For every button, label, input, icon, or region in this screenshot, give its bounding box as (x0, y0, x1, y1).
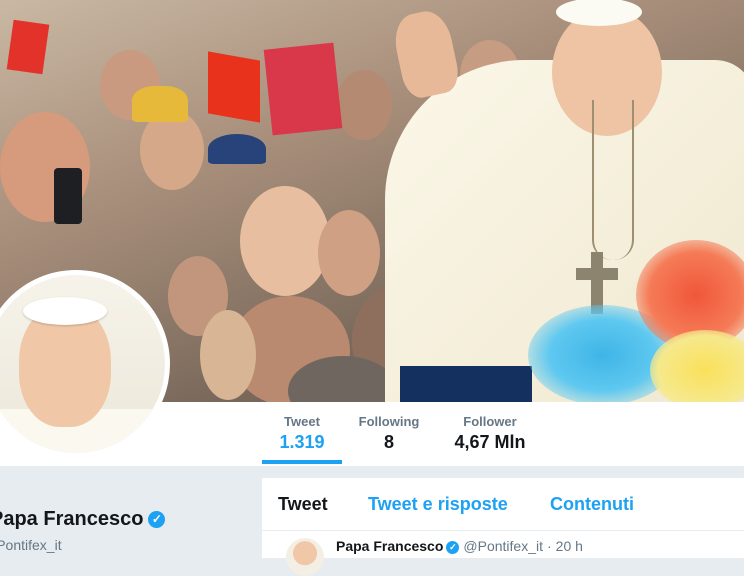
vehicle-panel (400, 366, 532, 402)
stat-value: 1.319 (279, 432, 325, 452)
tweet-time[interactable]: 20 h (556, 538, 583, 554)
crowd-face (336, 70, 392, 140)
cross-chain (592, 100, 634, 260)
yellow-hat (132, 86, 188, 122)
crowd-face (200, 310, 256, 400)
tab-tweets[interactable]: Tweet (278, 494, 328, 515)
profile-name-text: Papa Francesco (0, 508, 144, 530)
stat-label: Follower (463, 414, 517, 429)
stat-following[interactable]: Following 8 (354, 414, 424, 453)
tweet-header: Papa Francesco ✓ @Pontifex_it · 20 h (336, 538, 583, 554)
waving-hand (389, 7, 463, 101)
stat-label: Tweet (284, 414, 320, 429)
profile-name[interactable]: Papa Francesco ✓ (0, 508, 166, 531)
tweet-author-name[interactable]: Papa Francesco (336, 538, 443, 554)
flag (208, 51, 260, 123)
verified-badge-icon: ✓ (446, 541, 460, 554)
divider (262, 530, 744, 531)
timeline: Tweet Tweet e risposte Contenuti Papa Fr… (262, 478, 744, 576)
stat-label: Following (358, 414, 420, 429)
red-sign (263, 42, 343, 136)
active-stat-indicator (262, 460, 342, 464)
tab-tweets-replies[interactable]: Tweet e risposte (368, 494, 508, 515)
flag (6, 19, 50, 75)
stat-value: 8 (383, 432, 394, 452)
stat-value: 4,67 Mln (454, 432, 526, 452)
stat-tweets[interactable]: Tweet 1.319 (276, 414, 328, 453)
verified-badge-icon: ✓ (148, 511, 166, 528)
avatar-photo (0, 275, 165, 453)
tweet-author-handle[interactable]: @Pontifex_it (463, 538, 543, 554)
stat-followers[interactable]: Follower 4,67 Mln (446, 414, 534, 453)
profile-handle[interactable]: @Pontifex_it (0, 537, 62, 553)
crowd-face (140, 110, 204, 190)
avatar-zucchetto (23, 297, 107, 325)
tweet-avatar[interactable] (286, 538, 324, 576)
blue-cap (208, 134, 266, 164)
tab-media[interactable]: Contenuti (550, 494, 634, 515)
crowd-face (240, 186, 330, 296)
phone (54, 168, 82, 224)
crowd-face (318, 210, 380, 296)
tweet-separator: · (546, 538, 552, 554)
